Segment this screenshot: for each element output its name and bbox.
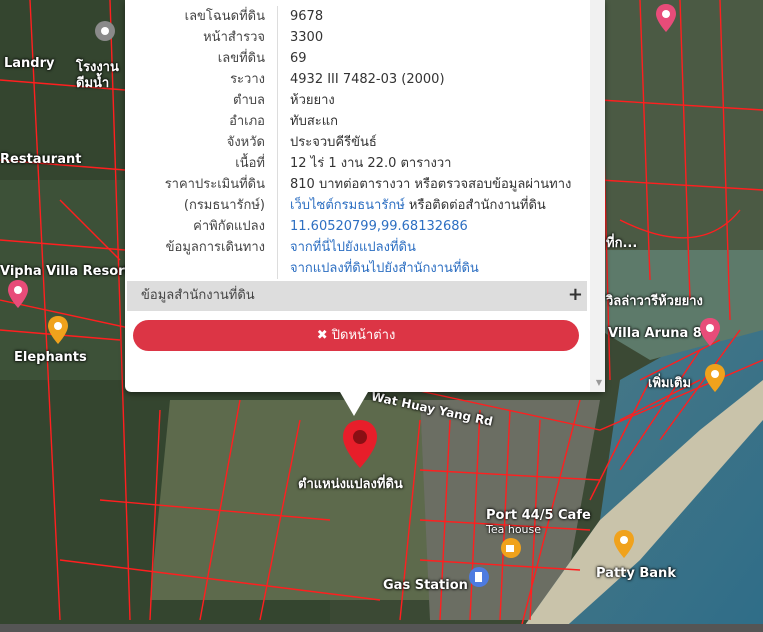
land-office-label: ข้อมูลสำนักงานที่ดิน bbox=[141, 288, 255, 303]
popup-scrollbar[interactable] bbox=[590, 0, 605, 392]
cafe-icon[interactable] bbox=[500, 537, 522, 559]
close-window-button[interactable]: ✖ ปิดหน้าต่าง bbox=[133, 320, 579, 351]
vipha-villa-label: Vipha Villa Resort bbox=[0, 264, 131, 279]
detail-row: ตำบล ห้วยยาง bbox=[125, 90, 589, 111]
parcel-location-pin-icon[interactable] bbox=[343, 420, 377, 468]
detail-row: เนื้อที่ 12 ไร่ 1 งาน 22.0 ตารางวา bbox=[125, 153, 589, 174]
factory-label-2: ดีมน้ำ bbox=[76, 76, 110, 91]
parcel-details: เลขโฉนดที่ดิน 9678 หน้าสำรวจ 3300 เลขที่ดิ… bbox=[125, 6, 589, 279]
detail-row: อำเภอ ทับสะแก bbox=[125, 111, 589, 132]
detail-row: จากแปลงที่ดินไปยังสำนักงานที่ดิน bbox=[125, 258, 589, 279]
hotel-pin-icon[interactable] bbox=[8, 280, 28, 308]
food-pin-icon[interactable] bbox=[48, 316, 68, 344]
close-icon: ✖ bbox=[316, 328, 328, 343]
parcel-location-label: ตำแหน่งแปลงที่ดิน bbox=[298, 477, 403, 492]
gas-station-label: Gas Station bbox=[383, 578, 468, 593]
scroll-down-arrow-icon[interactable]: ▼ bbox=[596, 378, 602, 387]
patty-bank-label: Patty Bank bbox=[596, 566, 676, 581]
treasury-website-link[interactable]: เว็บไซต์กรมธนารักษ์ bbox=[290, 198, 405, 213]
coordinates-link[interactable]: 11.60520799,99.68132686 bbox=[290, 219, 468, 234]
bottom-bar bbox=[0, 624, 763, 632]
parcel-info-popup: เลขโฉนดที่ดิน 9678 หน้าสำรวจ 3300 เลขที่ดิ… bbox=[125, 0, 605, 416]
detail-row: ระวาง 4932 III 7482-03 (2000) bbox=[125, 69, 589, 90]
port-cafe-label: Port 44/5 Cafe bbox=[486, 508, 591, 523]
landry-label: Landry bbox=[4, 56, 55, 71]
food-pin-icon-2[interactable] bbox=[705, 364, 725, 392]
place-icon[interactable] bbox=[94, 20, 116, 42]
hotel-pin-icon-2[interactable] bbox=[700, 318, 720, 346]
detail-row: จังหวัด ประจวบคีรีขันธ์ bbox=[125, 132, 589, 153]
teahouse-label: Tea house bbox=[486, 523, 542, 536]
thai-fragment-label: ที่ก... bbox=[606, 236, 638, 251]
route-to-parcel-link[interactable]: จากที่นี่ไปยังแปลงที่ดิน bbox=[290, 240, 416, 255]
detail-row: ค่าพิกัดแปลง 11.60520799,99.68132686 bbox=[125, 216, 589, 237]
villa-waree-label: วิลล่าวารีห้วยยาง bbox=[606, 294, 703, 309]
detail-row: (กรมธนารักษ์) เว็บไซต์กรมธนารักษ์ หรือติด… bbox=[125, 195, 589, 216]
villa-aruna-label: Villa Aruna 8 bbox=[608, 326, 702, 341]
land-office-section-toggle[interactable]: ข้อมูลสำนักงานที่ดิน + bbox=[127, 281, 587, 311]
more-label: เพิ่มเติม bbox=[648, 376, 692, 391]
route-to-office-link[interactable]: จากแปลงที่ดินไปยังสำนักงานที่ดิน bbox=[290, 261, 479, 276]
expand-plus-icon: + bbox=[567, 284, 583, 305]
restaurant-label: Restaurant bbox=[0, 152, 82, 167]
gas-station-icon[interactable] bbox=[468, 566, 490, 588]
detail-row: ราคาประเมินที่ดิน 810 บาทต่อตารางวา หรือต… bbox=[125, 174, 589, 195]
elephants-label: Elephants bbox=[14, 350, 87, 365]
detail-row: เลขที่ดิน 69 bbox=[125, 48, 589, 69]
close-button-label: ปิดหน้าต่าง bbox=[331, 328, 396, 343]
food-pin-icon-3[interactable] bbox=[614, 530, 634, 558]
hotel-pin-icon-3[interactable] bbox=[656, 4, 676, 32]
detail-row: เลขโฉนดที่ดิน 9678 bbox=[125, 6, 589, 27]
detail-row: ข้อมูลการเดินทาง จากที่นี่ไปยังแปลงที่ดิน bbox=[125, 237, 589, 258]
detail-row: หน้าสำรวจ 3300 bbox=[125, 27, 589, 48]
